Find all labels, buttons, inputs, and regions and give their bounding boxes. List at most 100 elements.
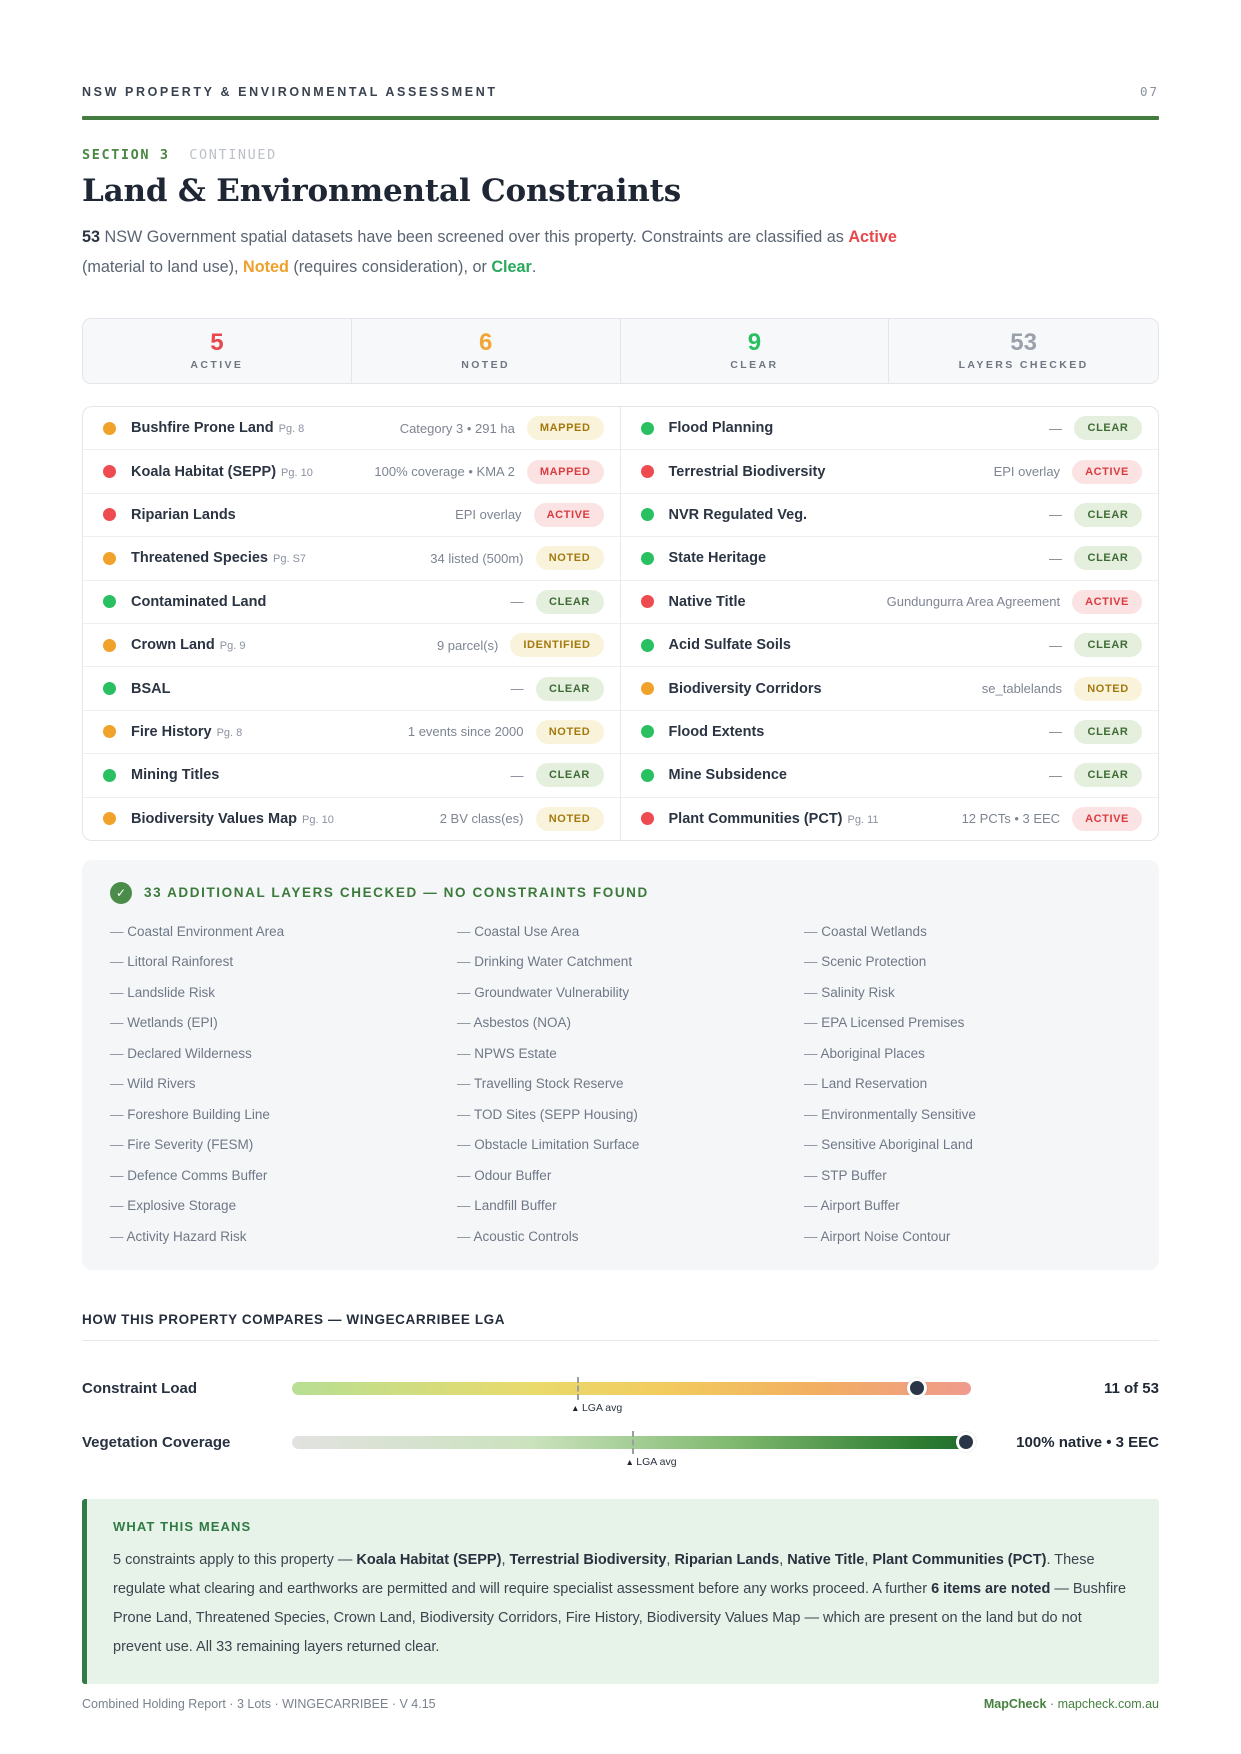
status-dot-active [641, 812, 654, 825]
constraint-name: Koala Habitat (SEPP)Pg. 10 [131, 464, 313, 480]
layer-item: Scenic Protection [804, 947, 1131, 978]
constraint-row: Koala Habitat (SEPP)Pg. 10100% coverage … [83, 450, 620, 493]
stat-label: LAYERS CHECKED [889, 359, 1158, 371]
layer-item: Airport Noise Contour [804, 1222, 1131, 1253]
status-dot-clear [641, 422, 654, 435]
layer-item: Airport Buffer [804, 1191, 1131, 1222]
text-run: . [532, 258, 537, 276]
status-badge: CLEAR [536, 763, 604, 787]
text-run: (material to land use), [82, 258, 243, 276]
header-rule [82, 116, 1159, 120]
constraint-row: Crown LandPg. 99 parcel(s)IDENTIFIED [83, 624, 620, 667]
constraint-detail: 12 PCTs • 3 EEC [962, 811, 1072, 826]
comparison-label: Vegetation Coverage [82, 1434, 278, 1451]
constraint-page-ref: Pg. S7 [273, 553, 306, 565]
constraint-page-ref: Pg. 9 [220, 640, 246, 652]
constraint-detail: Category 3 • 291 ha [400, 421, 527, 436]
lga-average-tick [632, 1431, 634, 1454]
layer-item: Wetlands (EPI) [110, 1008, 437, 1039]
constraint-row: Threatened SpeciesPg. S734 listed (500m)… [83, 537, 620, 580]
constraint-page-ref: Pg. 10 [302, 814, 334, 826]
constraint-name: Crown LandPg. 9 [131, 637, 245, 653]
layer-item: Landslide Risk [110, 978, 437, 1009]
layer-item: EPA Licensed Premises [804, 1008, 1131, 1039]
status-badge: ACTIVE [1072, 590, 1142, 614]
constraint-row: Acid Sulfate Soils—CLEAR [621, 624, 1159, 667]
status-badge: ACTIVE [534, 503, 604, 527]
stat-label: CLEAR [621, 359, 889, 371]
footer-site-link[interactable]: mapcheck.com.au [1058, 1697, 1159, 1711]
constraints-table: Bushfire Prone LandPg. 8 Category 3 • 291… [82, 406, 1159, 841]
constraint-name: Flood Extents [669, 724, 765, 740]
layer-item: Defence Comms Buffer [110, 1161, 437, 1192]
additional-layers-header: ✓ 33 ADDITIONAL LAYERS CHECKED — NO CONS… [110, 882, 1131, 904]
status-badge: CLEAR [536, 677, 604, 701]
what-this-means-body: 5 constraints apply to this property — K… [113, 1546, 1133, 1662]
constraint-row: Bushfire Prone LandPg. 8 Category 3 • 291… [83, 407, 620, 450]
layer-item: Coastal Use Area [457, 917, 784, 948]
layer-item: STP Buffer [804, 1161, 1131, 1192]
constraint-detail: 34 listed (500m) [430, 551, 535, 566]
status-dot-noted [103, 812, 116, 825]
constraint-row: Terrestrial BiodiversityEPI overlayACTIV… [621, 450, 1159, 493]
constraint-detail: — [1049, 551, 1074, 566]
stat-active: 5ACTIVE [83, 319, 352, 383]
constraint-name: Plant Communities (PCT)Pg. 11 [669, 811, 879, 827]
status-badge: NOTED [536, 546, 604, 570]
lga-average-tick [577, 1377, 579, 1400]
status-dot-noted [103, 422, 116, 435]
layer-item: TOD Sites (SEPP Housing) [457, 1100, 784, 1131]
constraint-row: Flood Planning—CLEAR [621, 407, 1159, 450]
text-run: Clear [491, 258, 532, 276]
layer-item: Foreshore Building Line [110, 1100, 437, 1131]
stat-value: 53 [889, 330, 1158, 356]
constraint-detail: — [1049, 724, 1074, 739]
stat-clear: 9CLEAR [621, 319, 890, 383]
comparison-heading: HOW THIS PROPERTY COMPARES — WINGECARRIB… [82, 1312, 1159, 1327]
status-badge: CLEAR [536, 590, 604, 614]
text-run: Noted [243, 258, 289, 276]
status-dot-clear [641, 508, 654, 521]
status-badge: CLEAR [1074, 720, 1142, 744]
constraint-name: Biodiversity Corridors [669, 681, 822, 697]
report-page: NSW PROPERTY & ENVIRONMENTAL ASSESSMENT … [0, 0, 1241, 1754]
layer-item: Environmentally Sensitive [804, 1100, 1131, 1131]
status-dot-clear [103, 769, 116, 782]
layer-item: Odour Buffer [457, 1161, 784, 1192]
text-run: , [501, 1552, 509, 1568]
constraint-name: Acid Sulfate Soils [669, 637, 791, 653]
status-dot-active [103, 508, 116, 521]
comparison-bar: LGA avg [292, 1436, 971, 1449]
constraint-name: Bushfire Prone LandPg. 8 [131, 420, 304, 436]
status-badge: ACTIVE [1072, 460, 1142, 484]
footer-brand-line: MapCheck · mapcheck.com.au [984, 1697, 1159, 1711]
layer-item: Land Reservation [804, 1069, 1131, 1100]
status-badge: NOTED [536, 807, 604, 831]
constraint-page-ref: Pg. 10 [281, 467, 313, 479]
constraint-detail: 1 events since 2000 [408, 724, 536, 739]
constraint-name: Mine Subsidence [669, 767, 787, 783]
constraint-detail: — [1049, 768, 1074, 783]
status-badge: CLEAR [1074, 503, 1142, 527]
status-dot-active [641, 465, 654, 478]
constraint-name: Biodiversity Values MapPg. 10 [131, 811, 334, 827]
status-dot-clear [641, 552, 654, 565]
layer-item: Groundwater Vulnerability [457, 978, 784, 1009]
stat-label: ACTIVE [83, 359, 351, 371]
text-run: Riparian Lands [674, 1552, 779, 1568]
gradient-bar [292, 1382, 971, 1395]
constraint-name: BSAL [131, 681, 170, 697]
status-badge: NOTED [536, 720, 604, 744]
text-run: Terrestrial Biodiversity [510, 1552, 667, 1568]
layer-item: Explosive Storage [110, 1191, 437, 1222]
constraint-detail: EPI overlay [455, 507, 533, 522]
layer-item: Asbestos (NOA) [457, 1008, 784, 1039]
text-run: 6 items are noted [931, 1581, 1050, 1597]
layer-item: Fire Severity (FESM) [110, 1130, 437, 1161]
text-run: Active [848, 228, 897, 246]
text-run: Native Title [787, 1552, 864, 1568]
additional-layers-card: ✓ 33 ADDITIONAL LAYERS CHECKED — NO CONS… [82, 860, 1159, 1271]
constraint-row: Fire HistoryPg. 81 events since 2000NOTE… [83, 711, 620, 754]
constraint-name: Flood Planning [669, 420, 774, 436]
check-icon: ✓ [110, 882, 132, 904]
